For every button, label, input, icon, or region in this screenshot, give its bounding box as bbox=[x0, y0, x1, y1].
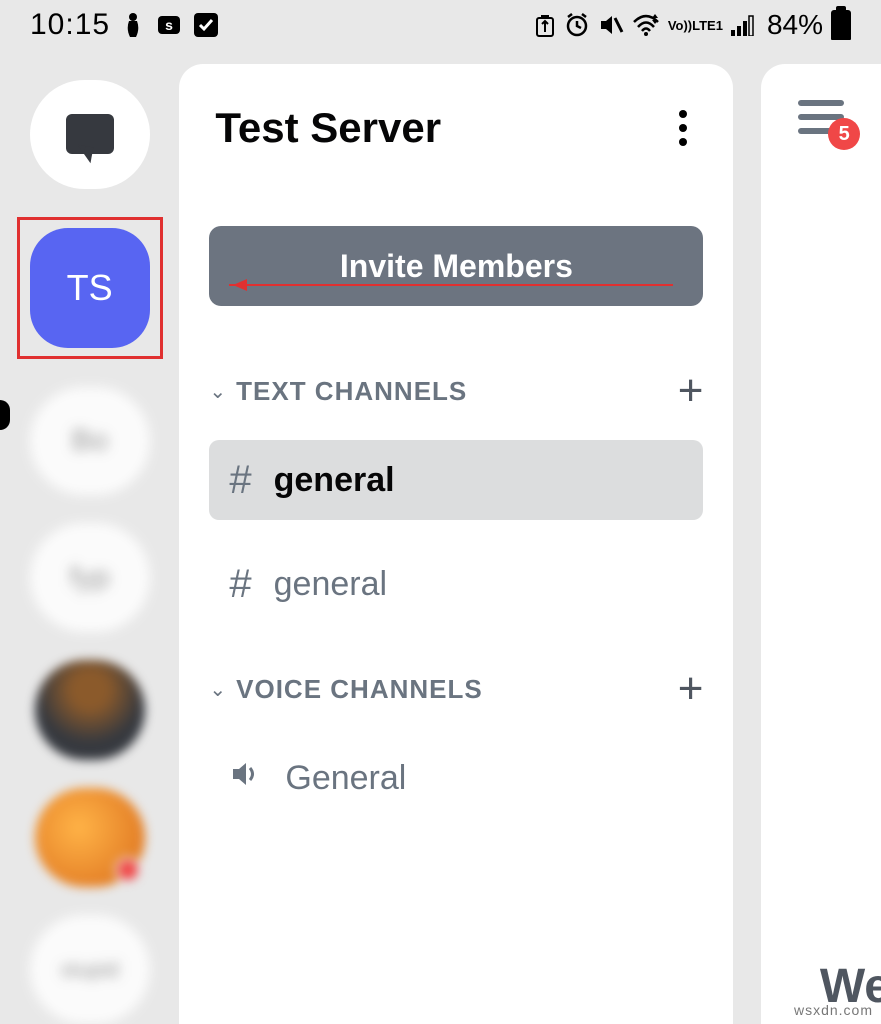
right-panel: 5 We bbox=[761, 64, 881, 1024]
wifi-icon bbox=[632, 14, 660, 36]
server-icon-blurred-3[interactable] bbox=[35, 660, 145, 760]
server-icon-blurred-4[interactable] bbox=[35, 788, 145, 888]
category-voice-channels: ⌄ VOICE CHANNELS + General bbox=[179, 624, 733, 818]
category-toggle[interactable]: ⌄ TEXT CHANNELS bbox=[209, 376, 467, 407]
chevron-down-icon: ⌄ bbox=[209, 379, 226, 404]
category-name: VOICE CHANNELS bbox=[236, 674, 483, 705]
chat-bubble-icon bbox=[66, 114, 114, 154]
server-icon-test-server[interactable]: TS bbox=[30, 228, 150, 348]
mute-icon bbox=[598, 12, 624, 38]
category-toggle[interactable]: ⌄ VOICE CHANNELS bbox=[209, 674, 482, 705]
server-title: Test Server bbox=[215, 104, 441, 152]
alarm-icon bbox=[564, 12, 590, 38]
chevron-down-icon: ⌄ bbox=[209, 677, 226, 702]
volte-icon: Vo))LTE1 bbox=[668, 19, 723, 32]
pregnant-icon bbox=[122, 11, 144, 39]
svg-text:s: s bbox=[165, 17, 173, 33]
notification-badge: 5 bbox=[828, 118, 860, 150]
notification-dot bbox=[115, 857, 141, 883]
status-time: 10:15 bbox=[30, 8, 110, 42]
invite-label: Invite Members bbox=[340, 248, 573, 285]
category-text-channels: ⌄ TEXT CHANNELS + # general # general bbox=[179, 326, 733, 624]
channel-name: general bbox=[274, 461, 395, 500]
server-selected-highlight: TS bbox=[17, 217, 163, 359]
server-icon-blurred-2[interactable]: fyp bbox=[30, 523, 150, 632]
status-bar: 10:15 s Vo))LTE1 84% bbox=[0, 0, 881, 50]
battery-icon bbox=[831, 10, 851, 40]
channel-name: general bbox=[274, 565, 387, 604]
add-channel-button[interactable]: + bbox=[678, 664, 704, 714]
watermark: wsxdn.com bbox=[794, 1002, 873, 1018]
hash-icon: # bbox=[229, 458, 251, 503]
server-icon-blurred-1[interactable]: Bo bbox=[30, 387, 150, 496]
channel-panel: Test Server Invite Members ⌄ TEXT CHANNE… bbox=[179, 64, 733, 1024]
channel-general-2[interactable]: # general bbox=[209, 544, 703, 624]
invite-members-button[interactable]: Invite Members bbox=[209, 226, 703, 306]
hash-icon: # bbox=[229, 562, 251, 607]
channel-name: General bbox=[285, 759, 406, 798]
speaker-icon bbox=[229, 757, 263, 800]
dm-button[interactable] bbox=[30, 80, 150, 189]
more-options-button[interactable] bbox=[669, 100, 697, 156]
category-name: TEXT CHANNELS bbox=[236, 376, 467, 407]
members-menu-button[interactable]: 5 bbox=[798, 100, 844, 134]
annotation-arrow bbox=[229, 284, 673, 286]
voice-channel-general[interactable]: General bbox=[209, 738, 703, 818]
server-rail: TS Bo fyp stupid bbox=[0, 50, 179, 1024]
battery-percent: 84% bbox=[767, 9, 823, 41]
signal-icon bbox=[731, 14, 755, 36]
recycle-icon bbox=[534, 12, 556, 38]
rail-indicator bbox=[0, 400, 10, 430]
server-initials: TS bbox=[67, 267, 113, 309]
server-icon-blurred-5[interactable]: stupid bbox=[30, 915, 150, 1024]
channel-general-active[interactable]: # general bbox=[209, 440, 703, 520]
checkbox-icon bbox=[194, 13, 218, 37]
add-channel-button[interactable]: + bbox=[678, 366, 704, 416]
skype-icon: s bbox=[156, 12, 182, 38]
